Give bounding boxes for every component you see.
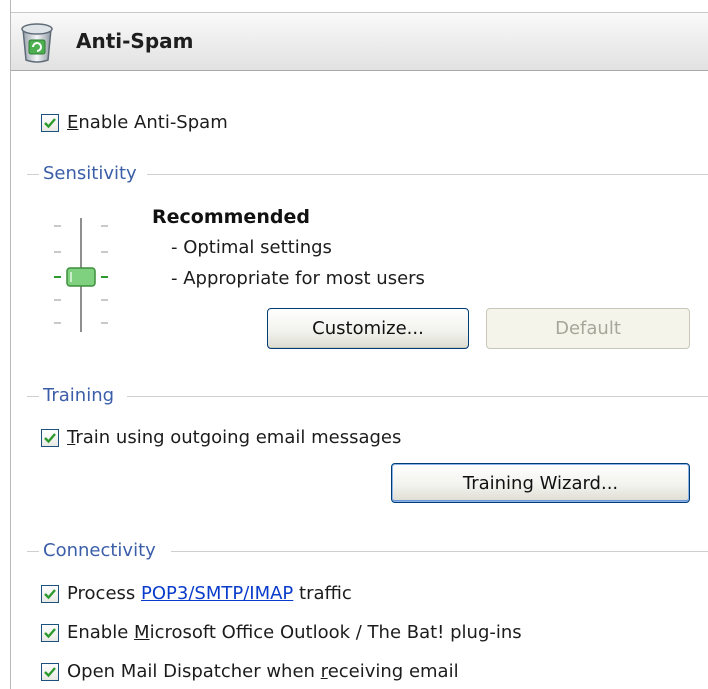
open-dispatcher-label[interactable]: Open Mail Dispatcher when receiving emai… — [67, 661, 459, 682]
process-traffic-checkbox[interactable] — [41, 585, 59, 603]
connectivity-group-label: Connectivity — [43, 540, 162, 561]
sensitivity-slider[interactable] — [51, 216, 111, 334]
anti-spam-bin-icon — [17, 20, 57, 64]
panel-header: Anti-Spam — [11, 12, 708, 71]
enable-plugins-label[interactable]: Enable Microsoft Office Outlook / The Ba… — [67, 622, 522, 643]
train-outgoing-checkbox[interactable] — [41, 429, 59, 447]
bullet-appropriate: - Appropriate for most users — [171, 268, 425, 289]
open-dispatcher-checkbox[interactable] — [41, 663, 59, 681]
train-outgoing-label[interactable]: Train using outgoing email messages — [67, 427, 401, 448]
page-title: Anti-Spam — [76, 29, 194, 53]
enable-anti-spam-label[interactable]: Enable Anti-Spam — [67, 112, 228, 133]
check-icon — [44, 589, 56, 600]
training-wizard-button[interactable]: Training Wizard... — [391, 463, 690, 503]
default-button[interactable]: Default — [486, 308, 690, 349]
sensitivity-group: Sensitivity — [11, 163, 708, 185]
anti-spam-panel: Anti-Spam Enable Anti-Spam Sensitivity R… — [10, 0, 708, 689]
enable-anti-spam-checkbox[interactable] — [41, 114, 59, 132]
sensitivity-level-title: Recommended — [152, 206, 310, 228]
customize-button[interactable]: Customize... — [267, 308, 469, 349]
check-icon — [44, 433, 56, 444]
training-group-label: Training — [43, 385, 121, 406]
connectivity-group: Connectivity — [11, 540, 708, 562]
training-group: Training — [11, 385, 708, 407]
sensitivity-group-label: Sensitivity — [43, 163, 143, 184]
pop3-smtp-imap-link[interactable]: POP3/SMTP/IMAP — [141, 583, 293, 604]
check-icon — [44, 118, 56, 129]
check-icon — [44, 628, 56, 639]
enable-plugins-checkbox[interactable] — [41, 624, 59, 642]
check-icon — [44, 667, 56, 678]
process-traffic-label: Process POP3/SMTP/IMAP traffic — [67, 583, 352, 604]
bullet-optimal: - Optimal settings — [171, 237, 332, 258]
